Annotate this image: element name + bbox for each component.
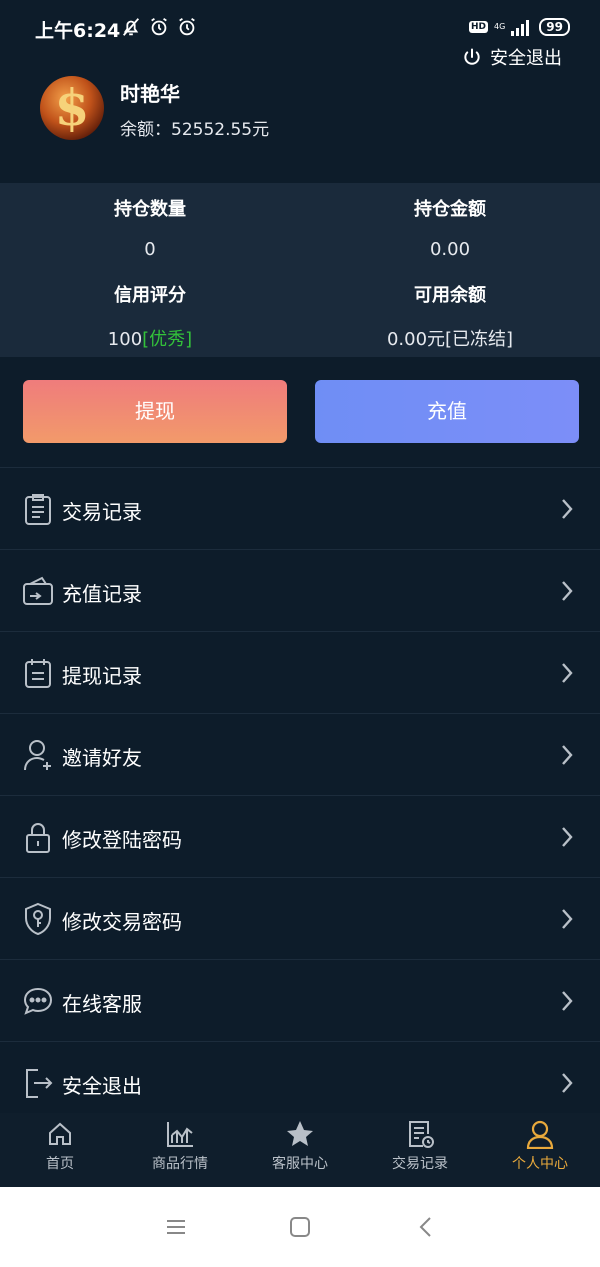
chevron-right-icon bbox=[562, 827, 573, 847]
menu-label: 修改交易密码 bbox=[62, 910, 182, 934]
chevron-right-icon bbox=[562, 1073, 573, 1093]
menu-item-recharge-records[interactable]: 充值记录 bbox=[0, 549, 600, 631]
add-user-icon bbox=[24, 740, 51, 771]
logout-link[interactable]: 安全退出 bbox=[462, 44, 562, 70]
person-icon bbox=[526, 1120, 554, 1149]
tab-label: 首页 bbox=[46, 1156, 74, 1172]
chevron-right-icon bbox=[562, 499, 573, 519]
battery-icon: 99 bbox=[539, 18, 570, 36]
chevron-right-icon bbox=[562, 745, 573, 765]
exit-icon bbox=[26, 1069, 53, 1098]
menu-label: 邀请好友 bbox=[62, 746, 142, 770]
menu-item-withdraw-records[interactable]: 提现记录 bbox=[0, 631, 600, 713]
avatar[interactable]: $ bbox=[40, 76, 104, 140]
recharge-button[interactable]: 充值 bbox=[315, 380, 579, 443]
tab-personal-center[interactable]: 个人中心 bbox=[480, 1113, 600, 1187]
tab-label: 交易记录 bbox=[392, 1156, 448, 1172]
menu-item-change-trade-password[interactable]: 修改交易密码 bbox=[0, 877, 600, 959]
credit-value: 100 bbox=[107, 329, 143, 350]
tab-home[interactable]: 首页 bbox=[0, 1113, 120, 1187]
menu-label: 充值记录 bbox=[62, 582, 142, 606]
menu-item-trade-records[interactable]: 交易记录 bbox=[0, 467, 600, 549]
balance-label: 余额： bbox=[120, 120, 171, 140]
balance: 余额：52552.55元 bbox=[120, 115, 269, 140]
calendar-icon bbox=[25, 659, 51, 688]
chat-icon bbox=[23, 987, 53, 1015]
credit-rating: [优秀] bbox=[142, 329, 193, 350]
tab-label: 个人中心 bbox=[512, 1156, 568, 1172]
menu-label: 修改登陆密码 bbox=[62, 828, 182, 852]
chart-icon bbox=[167, 1122, 193, 1147]
menu-list: 交易记录 充值记录 提现记录 邀请好友 修改登陆密码 修改交易密码 在线客服 安… bbox=[0, 467, 600, 1123]
lock-icon bbox=[26, 823, 50, 853]
tab-trade-records[interactable]: 交易记录 bbox=[360, 1113, 480, 1187]
account-stats: 持仓数量 0 持仓金额 0.00 信用评分 100[优秀] 可用余额 0.00元… bbox=[0, 183, 600, 357]
menu-item-invite-friends[interactable]: 邀请好友 bbox=[0, 713, 600, 795]
power-icon bbox=[464, 48, 480, 65]
menu-label: 安全退出 bbox=[62, 1074, 142, 1098]
star-icon bbox=[287, 1121, 313, 1146]
alarm-icon bbox=[151, 17, 167, 36]
stat-label: 可用余额 bbox=[414, 285, 486, 306]
clipboard-icon bbox=[25, 494, 51, 525]
balance-value: 52552.55元 bbox=[171, 120, 270, 140]
dollar-icon: $ bbox=[54, 78, 90, 137]
stat-label: 持仓数量 bbox=[114, 199, 186, 220]
stat-credit-score: 信用评分 100[优秀] bbox=[0, 281, 300, 351]
shield-key-icon bbox=[25, 902, 51, 936]
system-nav-bar bbox=[0, 1187, 600, 1267]
stat-position-amount: 持仓金额 0.00 bbox=[300, 195, 600, 260]
document-clock-icon bbox=[409, 1121, 434, 1148]
tab-market[interactable]: 商品行情 bbox=[120, 1113, 240, 1187]
menu-label: 提现记录 bbox=[62, 664, 142, 688]
stat-label: 持仓金额 bbox=[414, 199, 486, 220]
back-icon[interactable] bbox=[414, 1215, 438, 1239]
stat-value: 0 bbox=[144, 239, 156, 260]
chevron-right-icon bbox=[562, 909, 573, 929]
menu-icon[interactable] bbox=[164, 1215, 188, 1239]
chevron-right-icon bbox=[562, 663, 573, 683]
chevron-right-icon bbox=[562, 581, 573, 601]
status-right: HD 4G 99 bbox=[468, 18, 570, 36]
bottom-tab-bar: 首页 商品行情 客服中心 交易记录 个人中心 bbox=[0, 1113, 600, 1187]
hd-badge: HD bbox=[468, 21, 488, 33]
menu-item-safe-logout[interactable]: 安全退出 bbox=[0, 1041, 600, 1123]
bell-off-icon bbox=[122, 18, 140, 36]
stat-value: 0.00 bbox=[429, 239, 471, 260]
alarm-icon bbox=[179, 17, 195, 36]
stat-value: 100[优秀] bbox=[0, 325, 300, 351]
menu-label: 交易记录 bbox=[62, 500, 142, 524]
stat-value: 0.00元[已冻结] bbox=[386, 329, 514, 350]
home-icon bbox=[49, 1122, 71, 1145]
stat-position-count: 持仓数量 0 bbox=[0, 195, 300, 260]
menu-item-change-login-password[interactable]: 修改登陆密码 bbox=[0, 795, 600, 877]
tab-label: 商品行情 bbox=[152, 1156, 208, 1172]
tab-service-center[interactable]: 客服中心 bbox=[240, 1113, 360, 1187]
status-time: 上午6:24 bbox=[35, 20, 121, 42]
stat-label: 信用评分 bbox=[114, 285, 186, 306]
home-square-icon[interactable] bbox=[288, 1215, 312, 1239]
status-icons bbox=[120, 16, 198, 38]
chevron-right-icon bbox=[562, 991, 573, 1011]
tab-label: 客服中心 bbox=[272, 1156, 328, 1172]
withdraw-button[interactable]: 提现 bbox=[23, 380, 287, 443]
wallet-icon bbox=[23, 576, 53, 605]
menu-item-online-support[interactable]: 在线客服 bbox=[0, 959, 600, 1041]
network-type: 4G bbox=[494, 22, 506, 31]
username: 时艳华 bbox=[120, 82, 180, 106]
stat-available-balance: 可用余额 0.00元[已冻结] bbox=[300, 281, 600, 351]
signal-icon bbox=[511, 20, 530, 36]
logout-label: 安全退出 bbox=[490, 48, 562, 69]
menu-label: 在线客服 bbox=[62, 992, 142, 1016]
